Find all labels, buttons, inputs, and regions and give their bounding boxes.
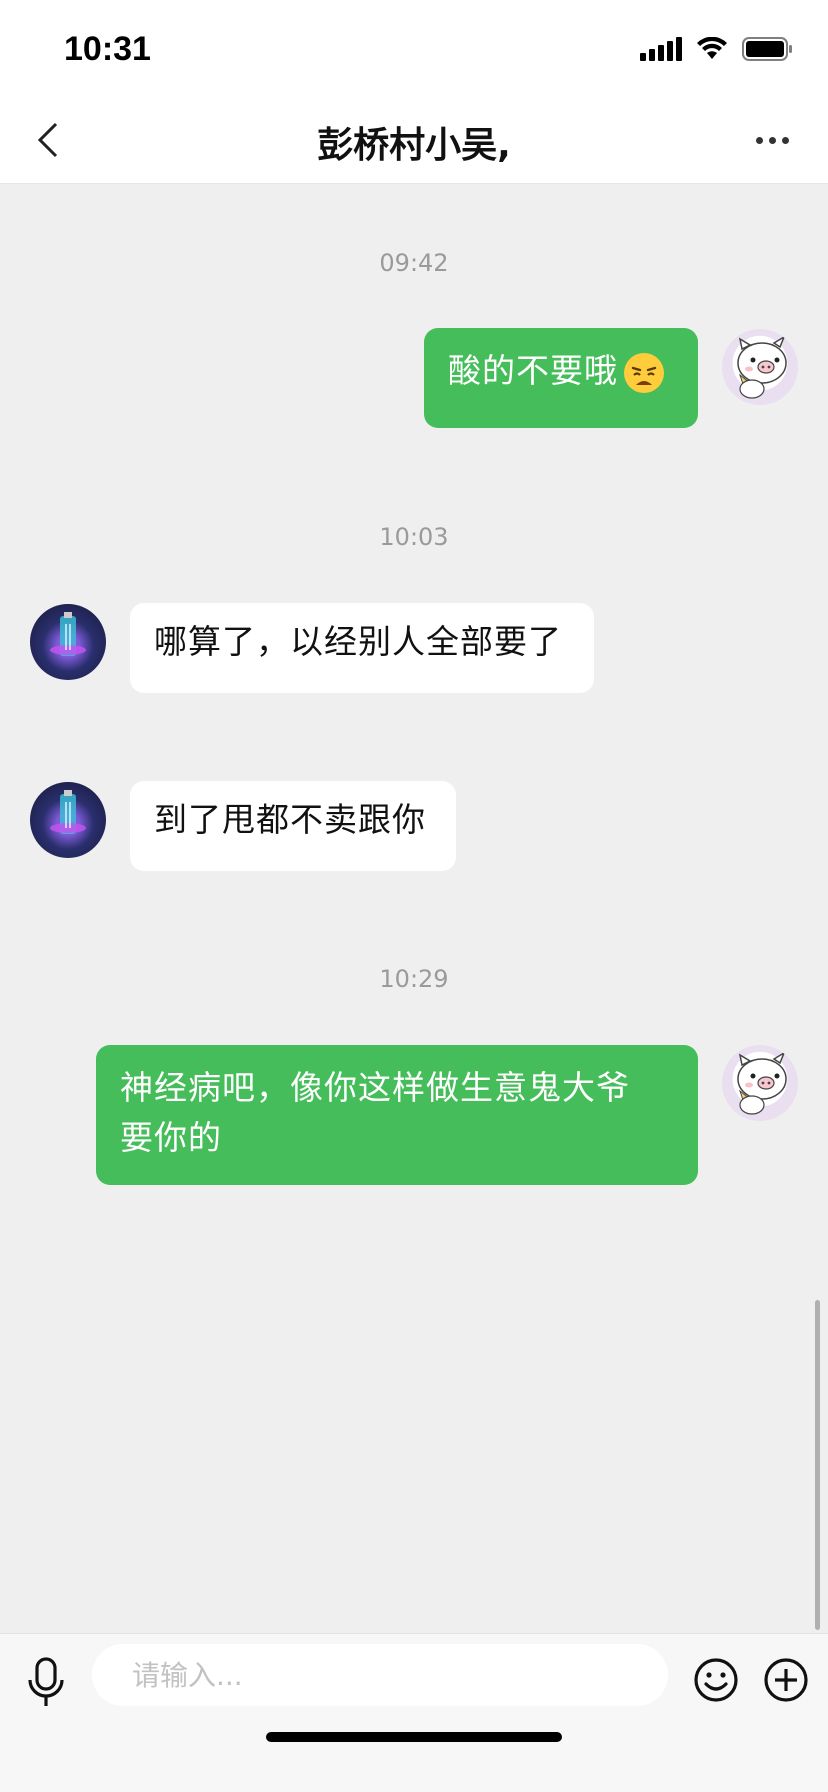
contact-avatar[interactable] xyxy=(30,604,106,680)
message-timestamp: 10:03 xyxy=(379,523,449,551)
my-avatar[interactable] xyxy=(722,329,798,405)
chat-title: 彭桥村小吴, xyxy=(317,125,511,166)
lamp-avatar-icon xyxy=(50,790,86,834)
message-text: 酸的不要哦 xyxy=(448,351,618,390)
voice-input-button[interactable] xyxy=(24,1656,68,1710)
cellular-signal-icon xyxy=(640,37,682,61)
battery-icon xyxy=(742,36,794,62)
pig-avatar-icon xyxy=(737,335,787,399)
wifi-icon xyxy=(696,37,728,61)
chat-area[interactable]: 09:42 酸的不要哦 10:03 哪算了，以经别人全部要了 到了甩都不卖跟你 … xyxy=(0,185,828,1633)
message-text: 到了甩都不卖跟你 xyxy=(154,800,426,839)
message-bubble-incoming[interactable]: 到了甩都不卖跟你 xyxy=(130,781,456,871)
message-bubble-outgoing[interactable]: 酸的不要哦 xyxy=(424,328,698,428)
status-time: 10:31 xyxy=(64,30,151,68)
message-input[interactable] xyxy=(92,1644,668,1706)
weary-face-emoji-icon xyxy=(624,352,664,393)
smiley-icon xyxy=(694,1658,738,1702)
message-timestamp: 09:42 xyxy=(379,249,449,277)
more-dots-icon xyxy=(755,136,763,144)
message-input-bar xyxy=(0,1633,828,1792)
status-bar: 10:31 xyxy=(0,0,828,96)
more-attachments-button[interactable] xyxy=(762,1656,810,1704)
message-bubble-outgoing[interactable]: 神经病吧，像你这样做生意鬼大爷 要你的 xyxy=(96,1045,698,1185)
contact-avatar[interactable] xyxy=(30,782,106,858)
chat-header: 彭桥村小吴, xyxy=(0,96,828,184)
message-text: 神经病吧，像你这样做生意鬼大爷 要你的 xyxy=(120,1068,630,1157)
more-options-button[interactable] xyxy=(744,122,800,158)
plus-circle-icon xyxy=(764,1658,808,1702)
message-bubble-incoming[interactable]: 哪算了，以经别人全部要了 xyxy=(130,603,594,693)
home-indicator xyxy=(266,1732,562,1742)
chat-scrollbar[interactable] xyxy=(815,1300,820,1630)
my-avatar[interactable] xyxy=(722,1045,798,1121)
pig-avatar-icon xyxy=(737,1051,787,1115)
message-timestamp: 10:29 xyxy=(379,965,449,993)
microphone-icon xyxy=(28,1657,64,1706)
status-icons xyxy=(640,36,794,62)
emoji-button[interactable] xyxy=(692,1656,740,1704)
message-text: 哪算了，以经别人全部要了 xyxy=(154,622,562,661)
lamp-avatar-icon xyxy=(50,612,86,656)
